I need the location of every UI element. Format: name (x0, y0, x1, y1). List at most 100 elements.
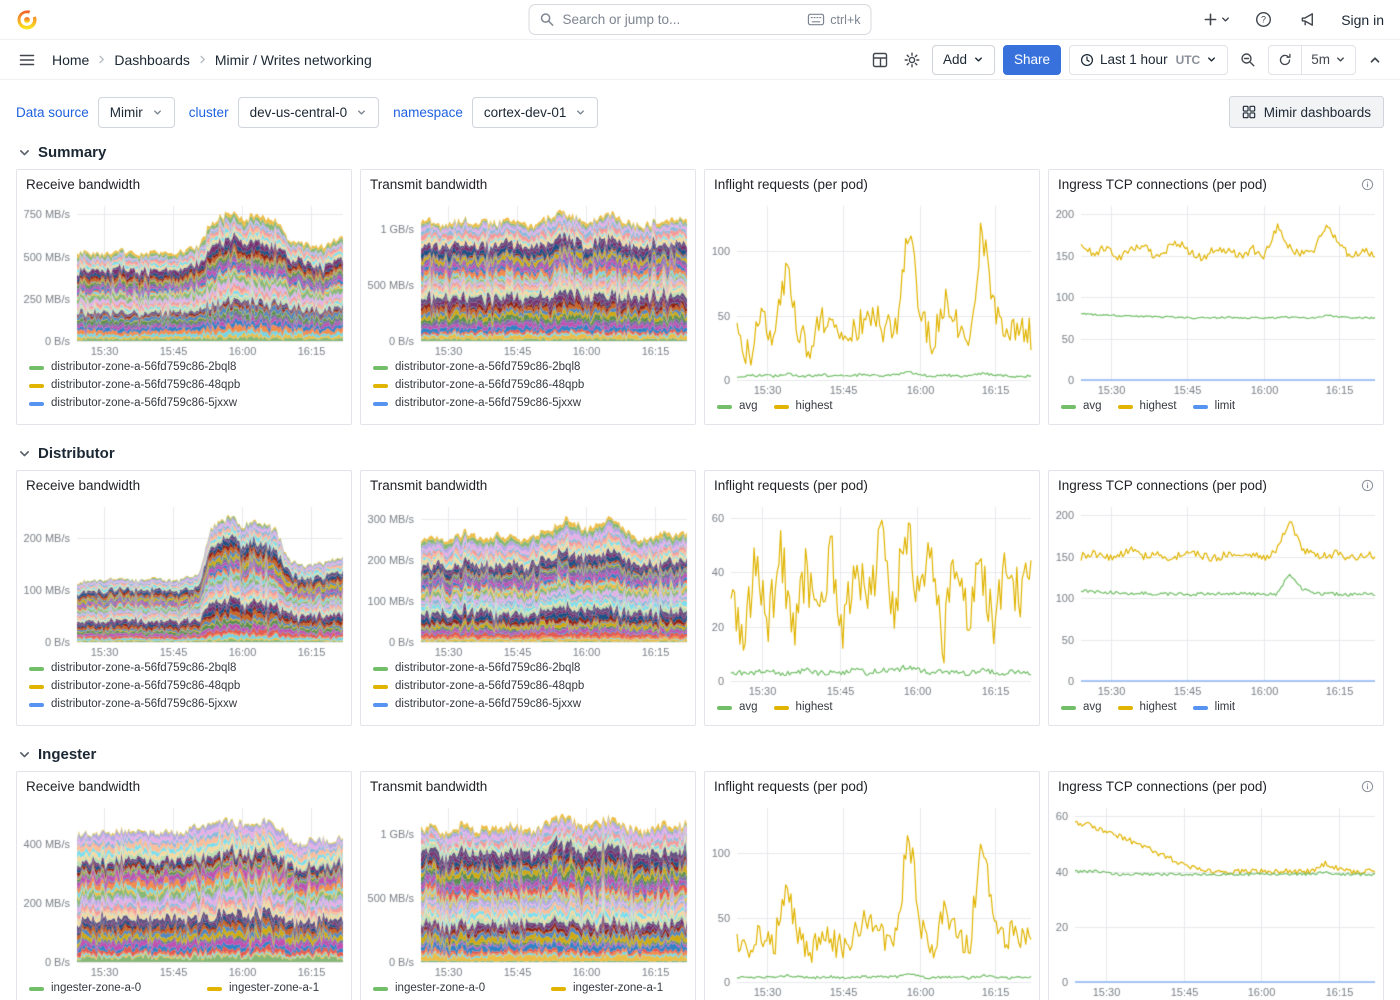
legend-item-limit[interactable]: limit (1193, 700, 1235, 715)
legend-label: distributor-zone-a-56fd759c86-2bql8 (51, 661, 236, 676)
chart-receive-bandwidth[interactable] (17, 198, 351, 359)
search-icon (540, 12, 555, 27)
zoom-out-button[interactable] (1236, 48, 1260, 72)
legend-item-distributor-zone-a-56fd759c86-5jxxw[interactable]: distributor-zone-a-56fd759c86-5jxxw (373, 697, 683, 712)
megaphone-icon (1300, 11, 1317, 28)
legend-item-distributor-zone-a-56fd759c86-48qpb[interactable]: distributor-zone-a-56fd759c86-48qpb (373, 679, 683, 694)
chart-ingress-tcp-connections-per-pod[interactable] (1049, 499, 1383, 699)
legend-item-limit[interactable]: limit (1193, 399, 1235, 414)
cluster-select[interactable]: dev-us-central-0 (238, 97, 380, 128)
legend-item-distributor-zone-a-56fd759c86-5jxxw[interactable]: distributor-zone-a-56fd759c86-5jxxw (29, 396, 339, 411)
panel-row-ingester: Receive bandwidth ingester-zone-a-0 ingest… (0, 769, 1400, 1000)
news-button[interactable] (1296, 7, 1321, 32)
data-source-select[interactable]: Mimir (98, 97, 175, 128)
legend-label: ingester-zone-a-1 (573, 981, 663, 996)
legend-item-avg[interactable]: avg (717, 700, 758, 715)
zoom-out-icon (1240, 52, 1256, 68)
legend-label: distributor-zone-a-56fd759c86-48qpb (395, 679, 584, 694)
panel-legend: ingester-zone-a-0ingester-zone-a-1ingest… (361, 980, 695, 1000)
panel-transmit-bandwidth: Transmit bandwidthingester-zone-a-0inges… (360, 771, 696, 1000)
legend-item-distributor-zone-a-56fd759c86-2bql8[interactable]: distributor-zone-a-56fd759c86-2bql8 (29, 360, 339, 375)
legend-swatch (774, 706, 789, 710)
legend-item-distributor-zone-a-56fd759c86-48qpb[interactable]: distributor-zone-a-56fd759c86-48qpb (373, 378, 683, 393)
legend-item-distributor-zone-a-56fd759c86-48qpb[interactable]: distributor-zone-a-56fd759c86-48qpb (29, 679, 339, 694)
help-button[interactable]: ? (1251, 7, 1276, 32)
legend-item-highest[interactable]: highest (774, 700, 833, 715)
section-title: Distributor (38, 445, 115, 462)
timezone-label: UTC (1176, 53, 1201, 67)
chart-inflight-requests-per-pod[interactable] (705, 499, 1039, 699)
data-source-value: Mimir (110, 105, 143, 120)
legend-label: ingester-zone-a-0 (51, 981, 141, 996)
variable-data-source: Data source Mimir (16, 97, 175, 128)
chart-transmit-bandwidth[interactable] (361, 198, 695, 359)
search-input[interactable]: Search or jump to... ctrl+k (529, 4, 872, 35)
legend-item-distributor-zone-a-56fd759c86-2bql8[interactable]: distributor-zone-a-56fd759c86-2bql8 (373, 360, 683, 375)
refresh-icon (1278, 53, 1292, 67)
chart-transmit-bandwidth[interactable] (361, 800, 695, 980)
mimir-dashboards-button[interactable]: Mimir dashboards (1229, 96, 1384, 128)
refresh-button[interactable] (1269, 46, 1301, 74)
section-header-summary[interactable]: Summary (0, 132, 1400, 167)
collapse-toolbar-button[interactable] (1364, 49, 1386, 71)
legend-item-distributor-zone-a-56fd759c86-5jxxw[interactable]: distributor-zone-a-56fd759c86-5jxxw (29, 697, 339, 712)
sign-in-button[interactable]: Sign in (1341, 12, 1384, 28)
namespace-label: namespace (393, 105, 463, 120)
legend-item-ingester-zone-a-1[interactable]: ingester-zone-a-1 (207, 981, 339, 996)
panel-layout-button[interactable] (868, 48, 892, 72)
panel-header: Receive bandwidth (17, 471, 351, 499)
legend-item-ingester-zone-a-0[interactable]: ingester-zone-a-0 (29, 981, 201, 996)
svg-text:?: ? (1261, 15, 1266, 25)
panel-info-button[interactable] (1361, 178, 1374, 191)
legend-item-ingester-zone-a-0[interactable]: ingester-zone-a-0 (373, 981, 545, 996)
chart-receive-bandwidth[interactable] (17, 499, 351, 660)
dashboard-body: Summary Receive bandwidth distributor-zone… (0, 132, 1400, 1000)
legend-item-highest[interactable]: highest (1118, 700, 1177, 715)
chart-ingress-tcp-connections-per-pod[interactable] (1049, 800, 1383, 1000)
panel-info-button[interactable] (1361, 780, 1374, 793)
legend-item-highest[interactable]: highest (774, 399, 833, 414)
breadcrumb-home[interactable]: Home (52, 52, 89, 68)
chart-receive-bandwidth[interactable] (17, 800, 351, 980)
panel-title: Transmit bandwidth (370, 177, 487, 192)
menu-toggle-button[interactable] (14, 47, 40, 73)
refresh-interval-button[interactable]: 5m (1302, 46, 1355, 74)
breadcrumb-dashboards[interactable]: Dashboards (114, 52, 190, 68)
legend-item-avg[interactable]: avg (1061, 700, 1102, 715)
chart-inflight-requests-per-pod[interactable] (705, 800, 1039, 1000)
chart-ingress-tcp-connections-per-pod[interactable] (1049, 198, 1383, 398)
legend-swatch (373, 667, 388, 671)
legend-item-ingester-zone-a-1[interactable]: ingester-zone-a-1 (551, 981, 683, 996)
section-header-distributor[interactable]: Distributor (0, 433, 1400, 468)
time-range-label: Last 1 hour (1100, 52, 1168, 67)
data-source-label: Data source (16, 105, 89, 120)
section-header-ingester[interactable]: Ingester (0, 734, 1400, 769)
legend-label: distributor-zone-a-56fd759c86-5jxxw (51, 396, 237, 411)
chart-inflight-requests-per-pod[interactable] (705, 198, 1039, 398)
legend-item-distributor-zone-a-56fd759c86-48qpb[interactable]: distributor-zone-a-56fd759c86-48qpb (29, 378, 339, 393)
chevron-down-icon (356, 107, 367, 118)
legend-item-distributor-zone-a-56fd759c86-5jxxw[interactable]: distributor-zone-a-56fd759c86-5jxxw (373, 396, 683, 411)
legend-item-highest[interactable]: highest (1118, 399, 1177, 414)
time-range-picker[interactable]: Last 1 hour UTC (1069, 45, 1228, 75)
panel-ingress-tcp-connections-per-pod: Ingress TCP connections (per pod)avghigh… (1048, 470, 1384, 726)
panel-title: Receive bandwidth (26, 478, 140, 493)
grafana-logo[interactable] (16, 9, 38, 31)
legend-swatch (551, 987, 566, 991)
legend-item-distributor-zone-a-56fd759c86-2bql8[interactable]: distributor-zone-a-56fd759c86-2bql8 (373, 661, 683, 676)
panel-row-distributor: Receive bandwidth distributor-zone-a-56fd… (0, 468, 1400, 734)
legend-item-distributor-zone-a-56fd759c86-2bql8[interactable]: distributor-zone-a-56fd759c86-2bql8 (29, 661, 339, 676)
legend-item-avg[interactable]: avg (1061, 399, 1102, 414)
add-button[interactable]: Add (932, 45, 995, 75)
chart-transmit-bandwidth[interactable] (361, 499, 695, 660)
chevron-right-icon (197, 54, 208, 65)
add-menu-button[interactable] (1203, 12, 1231, 27)
chevron-right-icon (96, 54, 107, 65)
namespace-select[interactable]: cortex-dev-01 (472, 97, 599, 128)
dashboard-settings-button[interactable] (900, 48, 924, 72)
legend-item-avg[interactable]: avg (717, 399, 758, 414)
breadcrumb: Home Dashboards Mimir / Writes networkin… (52, 52, 372, 68)
share-button[interactable]: Share (1003, 45, 1061, 75)
panel-info-button[interactable] (1361, 479, 1374, 492)
panel-header: Receive bandwidth (17, 772, 351, 800)
